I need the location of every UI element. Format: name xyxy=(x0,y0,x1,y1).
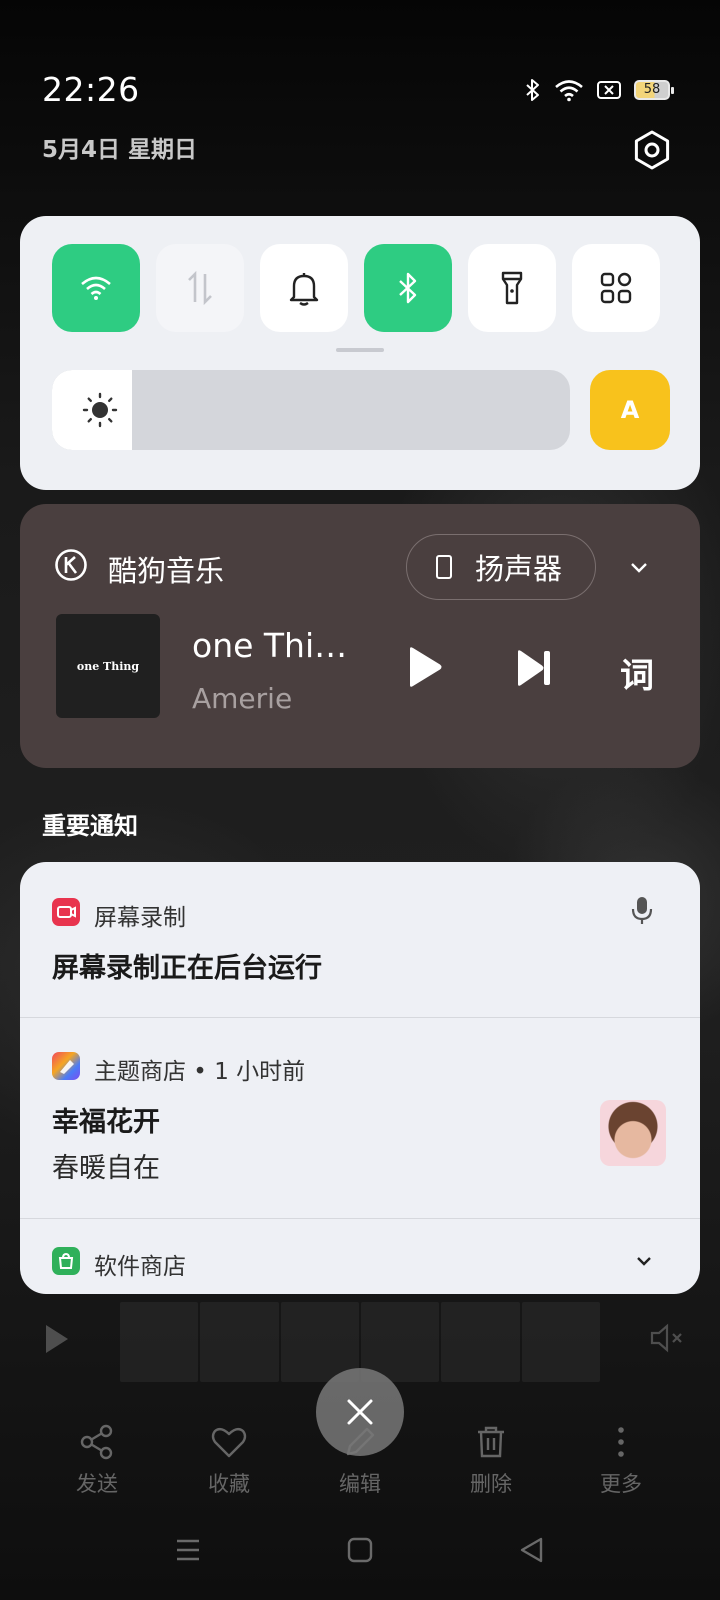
data-arrows-icon xyxy=(188,270,212,306)
battery-indicator: 58 xyxy=(634,80,674,100)
settings-hex-icon xyxy=(634,130,670,170)
notification-theme-store[interactable]: 主题商店 • 1 小时前 幸福花开 春暖自在 xyxy=(20,1018,700,1218)
clock: 22:26 xyxy=(42,70,140,109)
quick-settings-panel: A xyxy=(20,216,700,490)
app-store-app-icon xyxy=(52,1247,80,1275)
more-toggles-button[interactable] xyxy=(572,244,660,332)
notification-app-name: 屏幕录制 xyxy=(94,905,186,931)
more-vertical-icon xyxy=(618,1427,624,1457)
delete-label: 删除 xyxy=(470,1472,512,1496)
trash-icon xyxy=(478,1426,504,1458)
recents-nav-button[interactable] xyxy=(174,1536,202,1564)
track-artist: Amerie xyxy=(192,682,293,715)
ring-mode-toggle[interactable] xyxy=(260,244,348,332)
favorite-action: 收藏 xyxy=(184,1422,274,1498)
lyrics-button[interactable]: 词 xyxy=(620,648,654,697)
album-cover-title: one Thing xyxy=(76,659,140,673)
media-player-card[interactable]: 酷狗音乐 扬声器 one Thing one Thin... Amerie 词 xyxy=(20,504,700,768)
panel-drag-handle[interactable] xyxy=(336,348,384,352)
track-title: one Thin... xyxy=(192,626,364,665)
play-button[interactable] xyxy=(400,644,446,690)
next-track-button[interactable] xyxy=(512,646,556,690)
album-cover: one Thing xyxy=(56,614,160,718)
settings-button[interactable] xyxy=(630,128,674,172)
send-label: 发送 xyxy=(76,1472,118,1496)
delete-action: 删除 xyxy=(446,1422,536,1498)
kugou-logo-icon xyxy=(55,549,87,581)
notification-card: 屏幕录制 屏幕录制正在后台运行 主题商店 • 1 小时前 幸福花开 春暖自在 软… xyxy=(20,862,700,1294)
edit-label: 编辑 xyxy=(339,1472,381,1496)
play-small-icon xyxy=(46,1325,68,1353)
output-device-label: 扬声器 xyxy=(475,552,563,586)
no-sim-icon xyxy=(597,81,621,99)
share-icon xyxy=(80,1424,113,1460)
media-app-name: 酷狗音乐 xyxy=(108,554,225,588)
more-label: 更多 xyxy=(600,1472,642,1496)
bluetooth-icon xyxy=(399,272,417,304)
notification-body: 春暖自在 xyxy=(52,1153,160,1184)
bluetooth-status-icon xyxy=(526,79,539,101)
flashlight-icon xyxy=(501,271,523,305)
mobile-data-toggle[interactable] xyxy=(156,244,244,332)
notification-thumbnail xyxy=(600,1100,666,1166)
send-action: 发送 xyxy=(52,1422,142,1498)
microphone-icon xyxy=(631,897,653,924)
flashlight-toggle[interactable] xyxy=(468,244,556,332)
wifi-icon xyxy=(81,276,111,300)
wifi-toggle[interactable] xyxy=(52,244,140,332)
notification-title: 幸福花开 xyxy=(52,1107,160,1138)
notification-app-name-time: 主题商店 • 1 小时前 xyxy=(94,1059,306,1085)
chevron-down-icon[interactable] xyxy=(632,1249,656,1273)
bell-icon xyxy=(289,273,319,306)
output-device-button[interactable]: 扬声器 xyxy=(406,534,596,600)
notification-title: 屏幕录制正在后台运行 xyxy=(52,953,322,984)
more-action: 更多 xyxy=(576,1422,666,1498)
favorite-label: 收藏 xyxy=(208,1472,250,1496)
phone-speaker-icon xyxy=(436,555,452,579)
close-icon xyxy=(347,1399,373,1425)
mute-icon xyxy=(650,1323,682,1353)
home-nav-button[interactable] xyxy=(346,1536,374,1564)
important-notifications-header: 重要通知 xyxy=(42,812,138,840)
notification-app-store[interactable]: 软件商店 xyxy=(20,1219,700,1294)
dismiss-shade-button[interactable] xyxy=(316,1368,404,1456)
wifi-status-icon xyxy=(555,80,583,102)
heart-icon xyxy=(211,1427,247,1458)
brightness-slider[interactable] xyxy=(52,370,570,450)
status-icons: 58 xyxy=(524,78,674,102)
bluetooth-toggle[interactable] xyxy=(364,244,452,332)
theme-store-app-icon xyxy=(52,1052,80,1080)
notification-screen-recording[interactable]: 屏幕录制 屏幕录制正在后台运行 xyxy=(20,862,700,1018)
chevron-down-icon[interactable] xyxy=(624,552,654,582)
grid-icon xyxy=(600,272,632,304)
notification-app-name: 软件商店 xyxy=(94,1254,186,1280)
screen-record-app-icon xyxy=(52,898,80,926)
date-label: 5月4日 星期日 xyxy=(42,137,198,163)
auto-brightness-button[interactable]: A xyxy=(590,370,670,450)
sun-icon xyxy=(82,392,118,428)
back-nav-button[interactable] xyxy=(518,1536,546,1564)
